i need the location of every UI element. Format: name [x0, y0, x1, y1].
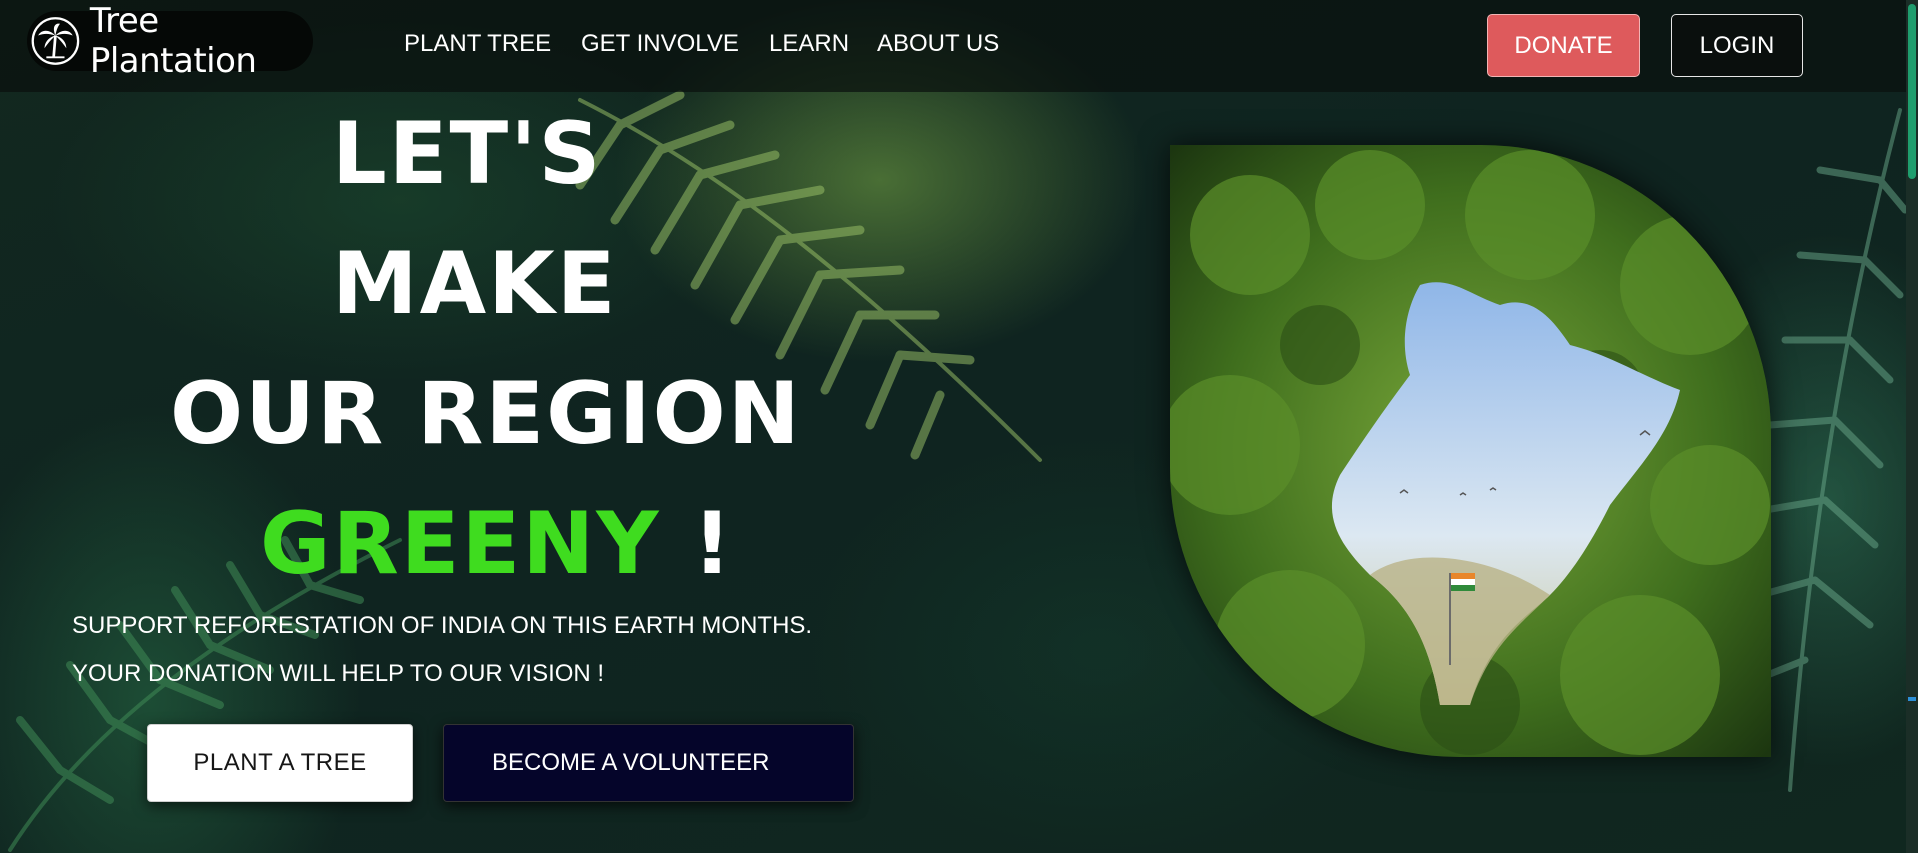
page-scrollbar[interactable] [1906, 0, 1918, 853]
hero-title-line-2: MAKE [332, 234, 618, 334]
top-navigation-bar: Tree Plantation PLANT TREE GET INVOLVE L… [0, 0, 1906, 92]
nav-item-about-us[interactable]: ABOUT US [877, 30, 999, 58]
nav-item-learn[interactable]: LEARN [769, 30, 849, 58]
hero-highlight: GREENY [260, 494, 661, 594]
hero-title-line-4: GREENY ! [260, 494, 732, 594]
plant-a-tree-button[interactable]: PLANT A TREE [147, 724, 413, 802]
hero-title-line-1: LET'S [332, 104, 603, 204]
brand-name: Tree Plantation [89, 1, 257, 81]
hero-subtitle-2: YOUR DONATION WILL HELP TO OUR VISION ! [72, 660, 605, 687]
login-button[interactable]: LOGIN [1671, 14, 1803, 77]
scrollbar-marker [1908, 697, 1916, 701]
scrollbar-thumb[interactable] [1908, 4, 1916, 179]
nav-item-plant-tree[interactable]: PLANT TREE [404, 30, 551, 58]
donate-button[interactable]: DONATE [1487, 14, 1640, 77]
hero-title-line-3: OUR REGION [170, 364, 802, 464]
palm-tree-icon [31, 17, 80, 65]
brand-logo[interactable]: Tree Plantation [27, 1, 313, 81]
nav-item-get-involve[interactable]: GET INVOLVE [581, 30, 739, 58]
become-volunteer-button[interactable]: BECOME A VOLUNTEER [443, 724, 854, 802]
hero-subtitle-1: SUPPORT REFORESTATION OF INDIA ON THIS E… [72, 612, 813, 639]
hero-exclaim: ! [692, 494, 734, 594]
hero-forest-map-image [1170, 145, 1771, 757]
